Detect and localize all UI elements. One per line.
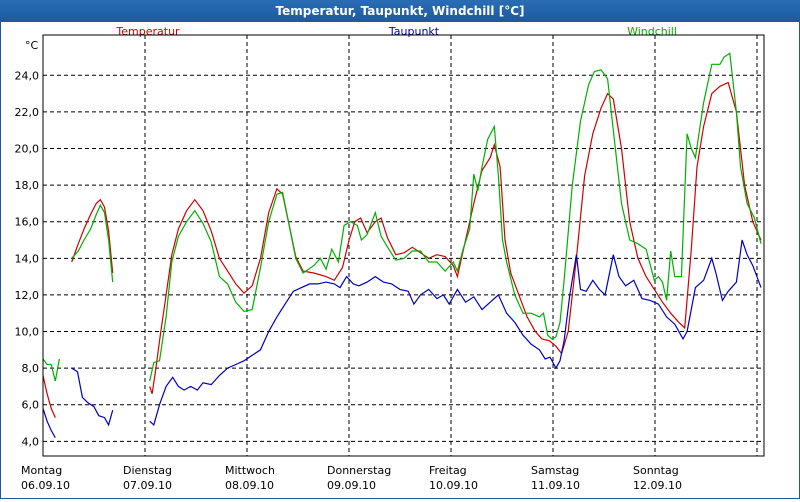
x-tick-day: Samstag	[531, 464, 579, 477]
x-tick-day: Montag	[21, 464, 62, 477]
series-line-taupunkt	[71, 367, 114, 427]
x-tick-date: 11.09.10	[531, 479, 580, 492]
y-tick-label: 18,0	[15, 179, 40, 192]
plot-area-border	[42, 34, 765, 457]
x-tick-date: 07.09.10	[123, 479, 172, 492]
x-tick-day: Mittwoch	[225, 464, 275, 477]
series-line-temperatur	[42, 375, 56, 418]
x-tick-date: 12.09.10	[633, 479, 682, 492]
series-line-temperatur	[149, 81, 762, 394]
y-axis-labels: 4,0 6,0 8,0 10,0 12,0 14,0 16,0 18,0 20,0 22,0 24,…	[15, 39, 40, 448]
legend-windchill: Windchill	[627, 25, 677, 38]
x-tick-day: Dienstag	[123, 464, 172, 477]
legend-taupunkt: Taupunkt	[388, 25, 440, 38]
y-tick-label: 16,0	[15, 216, 40, 229]
y-tick-label: 24,0	[15, 69, 40, 82]
x-tick-date: 08.09.10	[225, 479, 274, 492]
y-axis-unit: °C	[25, 39, 39, 52]
legend: Temperatur Taupunkt Windchill	[115, 25, 677, 38]
y-tick-label: 6,0	[22, 399, 40, 412]
legend-temperatur: Temperatur	[115, 25, 180, 38]
series-line-temperatur	[71, 198, 114, 274]
line-chart: Temperatur Taupunkt Windchill 4,0 6,0 8,0 10,…	[15, 25, 765, 492]
window-title: Temperatur, Taupunkt, Windchill [°C]	[0, 0, 800, 22]
y-tick-label: 14,0	[15, 252, 40, 265]
y-tick-label: 4,0	[22, 435, 40, 448]
y-tick-label: 12,0	[15, 289, 40, 302]
x-tick-day: Donnerstag	[327, 464, 391, 477]
y-tick-label: 10,0	[15, 326, 40, 339]
x-tick-day: Freitag	[429, 464, 467, 477]
x-tick-date: 09.09.10	[327, 479, 376, 492]
y-tick-label: 8,0	[22, 362, 40, 375]
grid	[43, 35, 764, 456]
chart-frame: Temperatur Taupunkt Windchill 4,0 6,0 8,0 10,…	[0, 22, 800, 499]
series-lines	[42, 52, 762, 438]
x-tick-date: 10.09.10	[429, 479, 478, 492]
series-line-windchill	[42, 358, 60, 382]
x-tick-day: Sonntag	[633, 464, 679, 477]
y-tick-label: 20,0	[15, 142, 40, 155]
x-axis-labels: Montag 06.09.10 Dienstag 07.09.10 Mittwoch 08…	[21, 464, 682, 492]
y-tick-label: 22,0	[15, 106, 40, 119]
x-tick-date: 06.09.10	[21, 479, 70, 492]
